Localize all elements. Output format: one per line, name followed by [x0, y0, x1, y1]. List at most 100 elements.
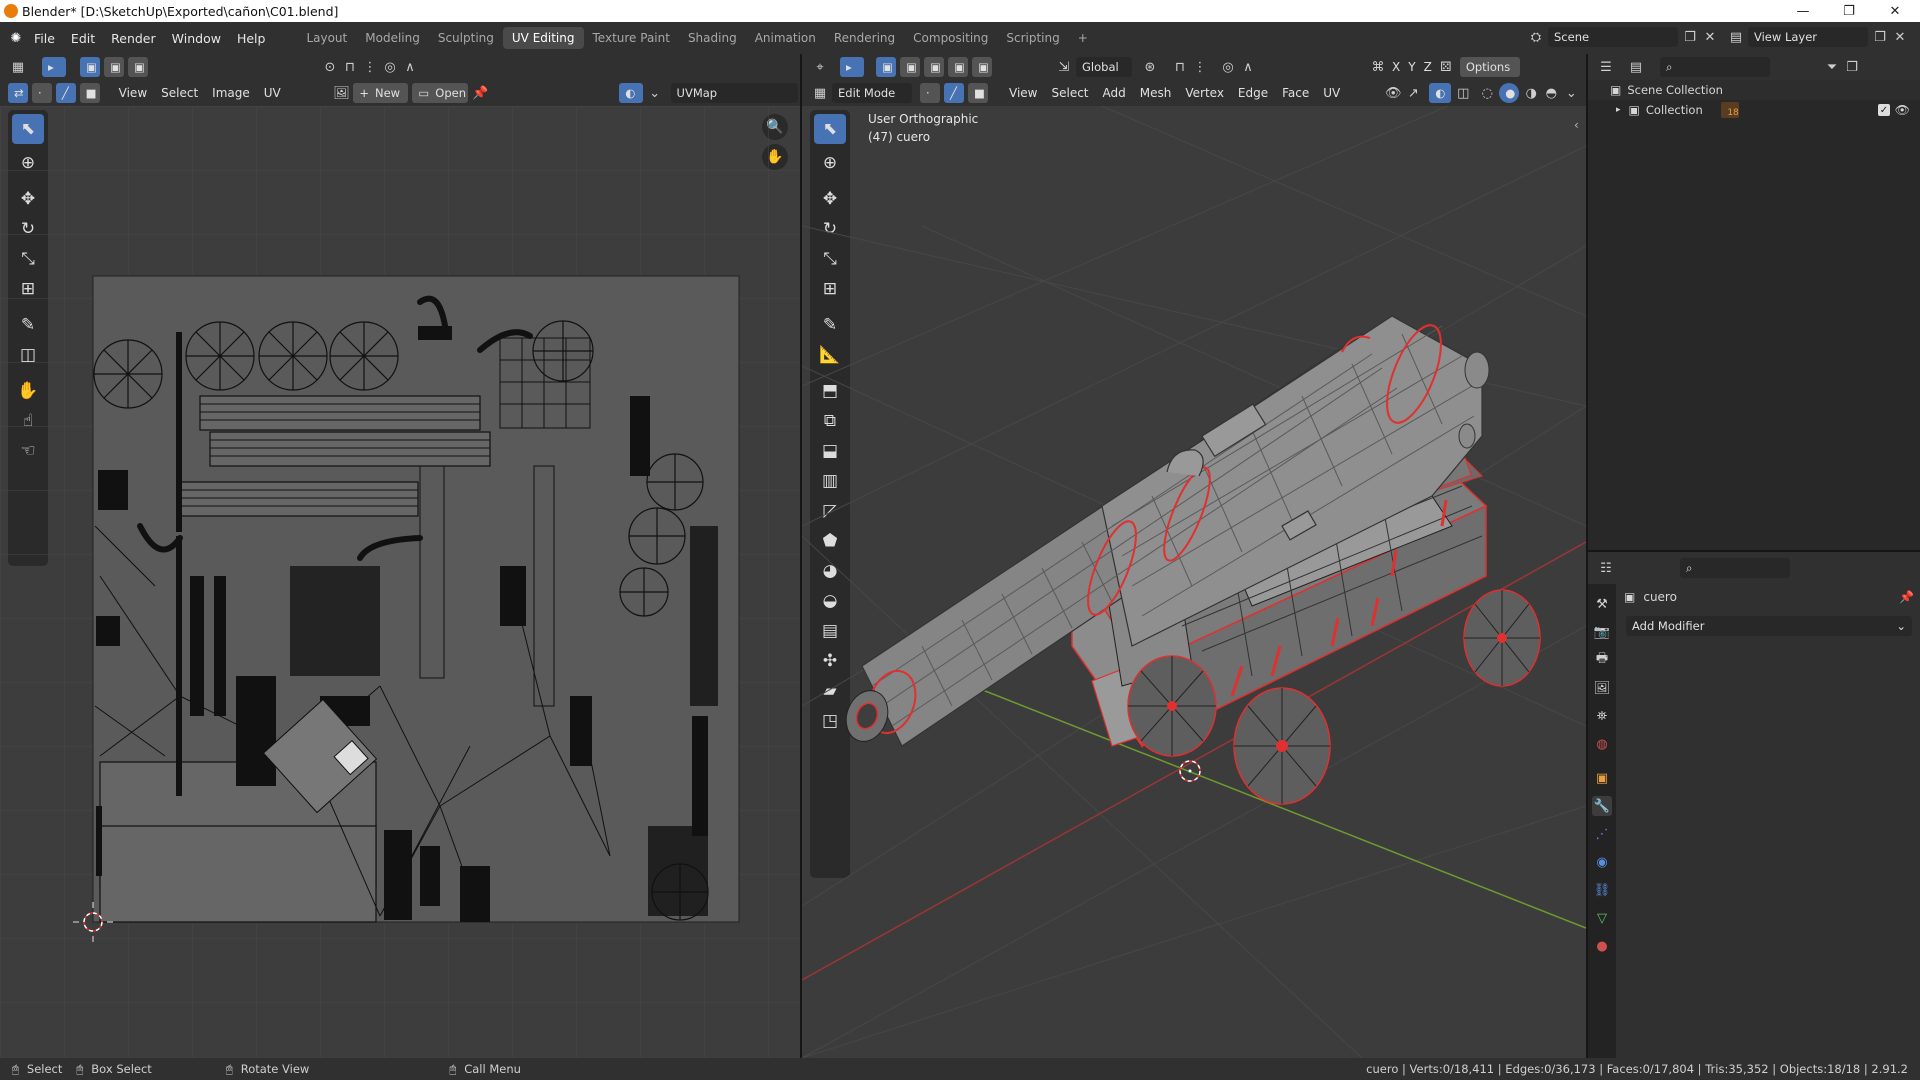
transform-orientation-icon[interactable]: ⇲ [1054, 57, 1074, 77]
mirror-axis-y[interactable]: Y [1404, 60, 1419, 74]
tab-texture-paint[interactable]: Texture Paint [584, 27, 679, 49]
vp-select-intersect-icon[interactable]: ▣ [972, 57, 992, 77]
select-mode-extend-icon[interactable]: ▣ [104, 57, 124, 77]
select-tool-icon[interactable]: ▸ [42, 57, 66, 77]
menu-help[interactable]: Help [229, 31, 274, 46]
vp-select-invert-icon[interactable]: ▣ [948, 57, 968, 77]
data-tab-icon[interactable]: ▽ [1592, 908, 1612, 928]
viewport-canvas[interactable] [802, 106, 1586, 1058]
edge-select-icon[interactable]: ╱ [55, 83, 76, 103]
vp-menu-face[interactable]: Face [1275, 86, 1316, 100]
material-tab-icon[interactable]: ● [1592, 936, 1612, 956]
delete-view-layer-icon[interactable]: ✕ [1890, 27, 1910, 47]
uv-menu-view[interactable]: View [112, 86, 154, 100]
menu-window[interactable]: Window [164, 31, 229, 46]
scene-field[interactable]: Scene [1548, 27, 1678, 47]
object-tab-icon[interactable]: ▣ [1592, 768, 1612, 788]
new-image-button[interactable]: + New [353, 83, 409, 103]
mirror-axis-x[interactable]: X [1388, 60, 1404, 74]
delete-scene-icon[interactable]: ✕ [1700, 27, 1720, 47]
add-workspace-button[interactable]: + [1069, 27, 1097, 49]
add-modifier-dropdown[interactable]: Add Modifier ⌄ [1626, 616, 1912, 636]
uv-menu-uv[interactable]: UV [257, 86, 288, 100]
vp-snap-target-icon[interactable]: ⋮ [1190, 57, 1210, 77]
outliner-row-scene-collection[interactable]: ▣ Scene Collection [1588, 80, 1920, 100]
uv-sync-selection-icon[interactable]: ⇄ [8, 83, 28, 103]
particles-tab-icon[interactable]: ⋰ [1592, 824, 1612, 844]
vp-menu-edge[interactable]: Edge [1231, 86, 1275, 100]
face-select-icon[interactable]: ■ [79, 83, 100, 103]
snap-target-icon[interactable]: ⋮ [360, 57, 380, 77]
scene-icon[interactable]: ⛭ [1526, 27, 1546, 47]
editor-type-icon[interactable]: ▦ [8, 57, 28, 77]
vp-select-extend-icon[interactable]: ▣ [900, 57, 920, 77]
vp-pivot-icon[interactable]: ⊛ [1140, 57, 1160, 77]
properties-type-icon[interactable]: ☷ [1596, 558, 1616, 578]
menu-render[interactable]: Render [103, 31, 164, 46]
exclude-checkbox[interactable]: ✓ [1878, 104, 1890, 116]
transform-orientation-dropdown[interactable]: Global [1076, 57, 1132, 77]
auto-merge-icon[interactable]: ⚄ [1436, 57, 1456, 77]
options-dropdown[interactable]: Options [1459, 57, 1520, 77]
tab-rendering[interactable]: Rendering [825, 27, 904, 49]
expand-arrow-icon[interactable]: ▸ [1616, 105, 1621, 115]
viewport-select-tool-icon[interactable]: ▸ [840, 57, 864, 77]
mirror-icon[interactable]: ⌘ [1368, 57, 1388, 77]
visibility-eye-icon[interactable]: 👁 [1895, 103, 1910, 117]
shading-material-icon[interactable]: ◑ [1521, 83, 1541, 103]
vp-falloff-icon[interactable]: ∧ [1238, 57, 1258, 77]
uv-menu-image[interactable]: Image [205, 86, 257, 100]
blender-menu-icon[interactable]: ✺ [6, 28, 26, 48]
modifiers-tab-icon[interactable]: 🔧 [1592, 796, 1612, 816]
select-mode-new-icon[interactable]: ▣ [80, 57, 100, 77]
gizmo-icon[interactable]: ↗ [1403, 83, 1423, 103]
minimize-button[interactable]: — [1780, 0, 1826, 22]
edge-mode-icon[interactable]: ╱ [944, 83, 964, 103]
new-view-layer-icon[interactable]: ❐ [1870, 27, 1890, 47]
open-image-button[interactable]: ▭ Open [412, 83, 469, 103]
tab-layout[interactable]: Layout [297, 27, 356, 49]
output-tab-icon[interactable]: 🖶 [1592, 650, 1612, 670]
vertex-mode-icon[interactable]: · [920, 83, 940, 103]
vp-menu-add[interactable]: Add [1096, 86, 1133, 100]
overlays-dropdown-icon[interactable]: ⌄ [645, 83, 665, 103]
mirror-axis-z[interactable]: Z [1420, 60, 1436, 74]
xray-icon[interactable]: ◫ [1453, 83, 1473, 103]
select-mode-subtract-icon[interactable]: ▣ [128, 57, 148, 77]
filter-icon[interactable]: ⏷ [1822, 57, 1842, 77]
tool-tab-icon[interactable]: ⚒ [1592, 594, 1612, 614]
tab-sculpting[interactable]: Sculpting [429, 27, 503, 49]
menu-edit[interactable]: Edit [63, 31, 103, 46]
scene-tab-icon[interactable]: ⛯ [1592, 706, 1612, 726]
tab-scripting[interactable]: Scripting [997, 27, 1068, 49]
menu-file[interactable]: File [26, 31, 63, 46]
shading-rendered-icon[interactable]: ◓ [1541, 83, 1561, 103]
viewport-editor-type-icon[interactable]: ⌖ [810, 57, 830, 77]
pin-icon[interactable]: 📌 [470, 83, 490, 103]
falloff-icon[interactable]: ∧ [400, 57, 420, 77]
face-mode-icon[interactable]: ■ [968, 83, 988, 103]
vp-overlays-icon[interactable]: ◐ [1429, 83, 1452, 103]
tab-uv-editing[interactable]: UV Editing [502, 27, 584, 49]
display-mode-icon[interactable]: ▤ [1626, 57, 1646, 77]
view-layer-tab-icon[interactable]: 🖼 [1592, 678, 1612, 698]
view-layer-icon[interactable]: ▤ [1726, 27, 1746, 47]
tab-modeling[interactable]: Modeling [356, 27, 429, 49]
uv-menu-select[interactable]: Select [154, 86, 205, 100]
shading-dropdown-icon[interactable]: ⌄ [1561, 83, 1581, 103]
shading-wireframe-icon[interactable]: ◌ [1477, 83, 1497, 103]
outliner-type-icon[interactable]: ☰ [1596, 57, 1616, 77]
pin-properties-icon[interactable]: 📌 [1899, 590, 1914, 604]
shading-solid-icon[interactable]: ● [1499, 83, 1520, 103]
outliner-search-field[interactable]: ⌕ [1660, 57, 1770, 77]
restore-button[interactable]: ❐ [1826, 0, 1872, 22]
vp-select-new-icon[interactable]: ▣ [876, 57, 896, 77]
overlays-icon[interactable]: ◐ [619, 83, 643, 103]
uvmap-field[interactable]: UVMap [670, 83, 799, 103]
snap-icon[interactable]: ⊓ [340, 57, 360, 77]
close-button[interactable]: ✕ [1872, 0, 1918, 22]
proportional-edit-icon[interactable]: ◎ [380, 57, 400, 77]
vp-menu-select[interactable]: Select [1044, 86, 1095, 100]
tab-animation[interactable]: Animation [746, 27, 825, 49]
vp-snap-icon[interactable]: ⊓ [1170, 57, 1190, 77]
